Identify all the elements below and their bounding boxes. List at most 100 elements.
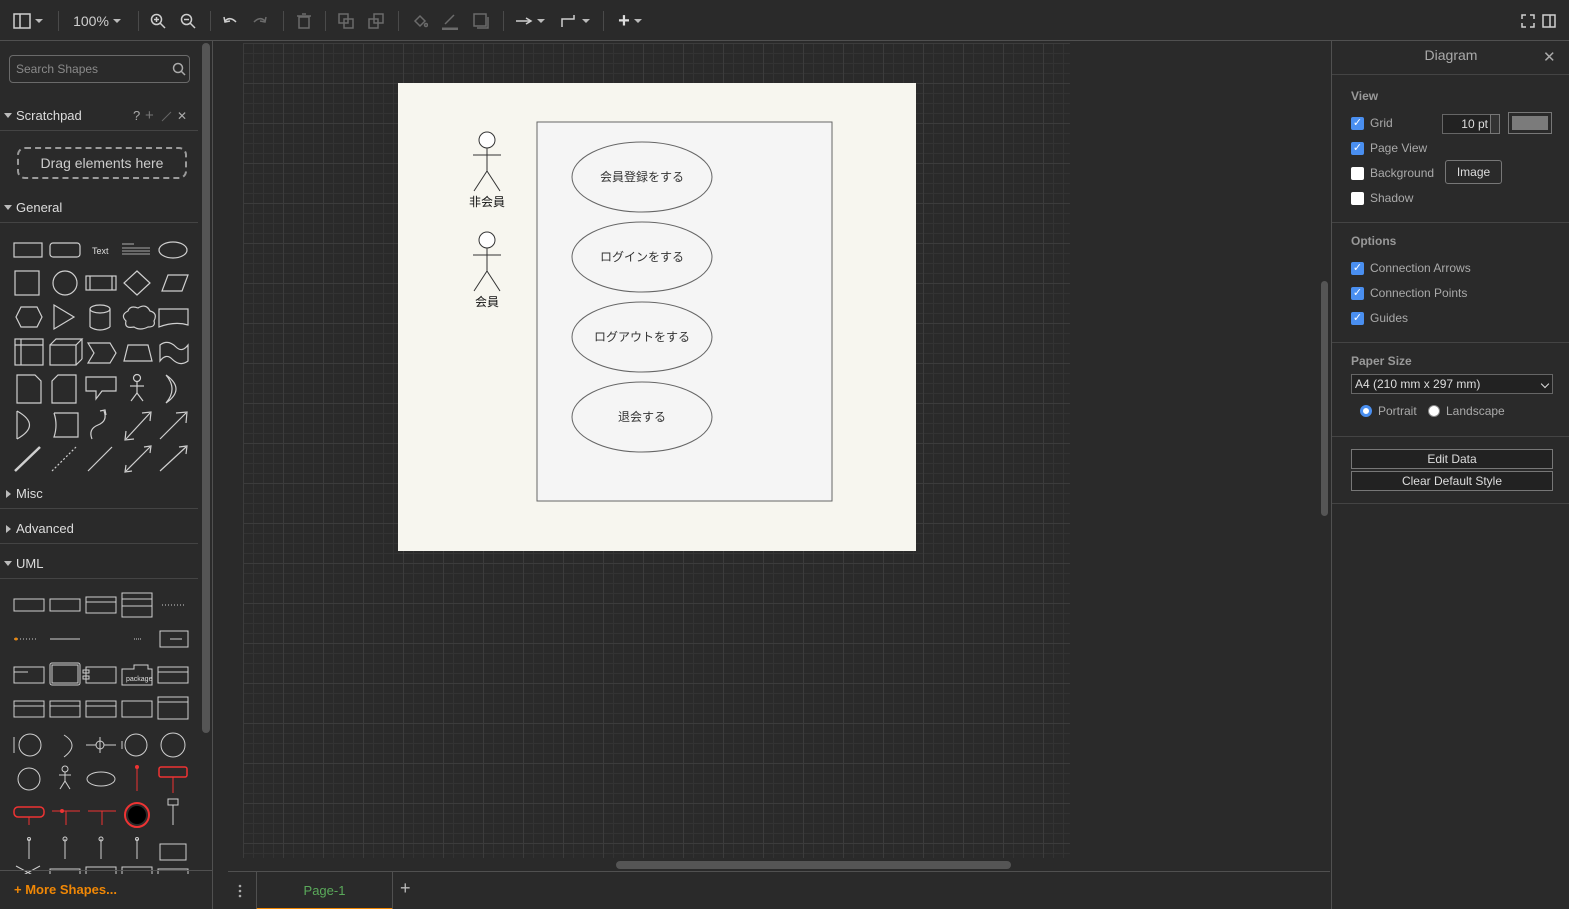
help-icon[interactable]: ? [133, 108, 140, 123]
redo-button[interactable] [250, 8, 270, 34]
format-panel: Diagram ✕ View Grid 10 pt Page View Back… [1331, 41, 1569, 909]
guides-label: Guides [1370, 311, 1409, 325]
zoom-in-button[interactable] [148, 8, 168, 34]
paper-size-select[interactable]: A4 (210 mm x 297 mm) [1351, 374, 1553, 394]
connection-points-row[interactable]: Connection Points [1351, 286, 1467, 300]
background-checkbox-row[interactable]: Background [1351, 166, 1434, 180]
sidebar-scrollbar[interactable] [202, 43, 210, 733]
directional-connector-icon [159, 445, 188, 472]
elbow-connector-icon [561, 15, 575, 27]
zoom-dropdown[interactable]: 100% [66, 8, 128, 34]
insert-dropdown[interactable]: + [612, 8, 648, 34]
background-checkbox[interactable] [1351, 166, 1364, 180]
chevron-down-icon [4, 561, 12, 566]
page-view-checkbox[interactable] [1351, 141, 1364, 155]
connection-arrows-checkbox[interactable] [1351, 261, 1364, 275]
add-icon[interactable]: + [145, 107, 154, 124]
general-section-header[interactable]: General [0, 193, 198, 223]
add-page-button[interactable]: + [400, 878, 411, 899]
connection-points-checkbox[interactable] [1351, 286, 1364, 300]
actor-label-member: 会員 [475, 295, 499, 309]
background-image-button[interactable]: Image [1445, 160, 1502, 184]
trapezoid-shape-icon [123, 344, 153, 362]
dashed-line-icon [51, 446, 77, 472]
to-front-button[interactable] [336, 8, 356, 34]
diagram-page[interactable]: 非会員 会員 会員登録をする ログインをする ログアウトをする 退会する [398, 83, 916, 551]
shadow-button[interactable] [470, 8, 492, 34]
more-shapes-label: More Shapes... [25, 882, 117, 897]
table-shape-icon [14, 338, 44, 366]
use-case-label: 退会する [618, 410, 666, 424]
guides-row[interactable]: Guides [1351, 311, 1408, 325]
use-case-login: ログインをする [571, 221, 713, 293]
data-storage-shape-icon [53, 412, 79, 438]
connection-arrows-row[interactable]: Connection Arrows [1351, 261, 1471, 275]
format-panel-button[interactable] [1540, 8, 1558, 34]
shadow-checkbox-row[interactable]: Shadow [1351, 191, 1413, 205]
general-shapes-palette[interactable]: Text [10, 233, 195, 473]
zoom-out-button[interactable] [178, 8, 198, 34]
search-box[interactable] [9, 55, 190, 83]
more-shapes-button[interactable]: + More Shapes... [14, 882, 117, 897]
edit-pencil-icon[interactable] [161, 111, 172, 122]
portrait-radio[interactable] [1360, 405, 1372, 417]
format-panel-toggle[interactable] [10, 8, 46, 34]
edit-data-button[interactable]: Edit Data [1351, 449, 1553, 469]
waypoint-style-dropdown[interactable] [557, 8, 593, 34]
connection-style-dropdown[interactable] [512, 8, 548, 34]
fill-color-button[interactable] [409, 8, 431, 34]
connection-points-label: Connection Points [1370, 286, 1468, 300]
rounded-rectangle-shape-icon [49, 242, 81, 258]
paper-size-value: A4 (210 mm x 297 mm) [1355, 377, 1481, 391]
landscape-radio-row[interactable]: Landscape [1428, 404, 1505, 418]
portrait-radio-row[interactable]: Portrait [1360, 404, 1417, 418]
zoom-in-icon [150, 13, 166, 29]
undo-button[interactable] [220, 8, 240, 34]
horizontal-scrollbar[interactable] [616, 861, 1011, 869]
page-tabs-bar: Page-1 + [228, 871, 1330, 909]
bidirectional-arrow-icon [124, 411, 152, 441]
diagram-canvas[interactable]: 非会員 会員 会員登録をする ログインをする ログアウトをする 退会する [214, 41, 1330, 871]
options-heading: Options [1351, 234, 1397, 248]
diamond-shape-icon [123, 270, 151, 296]
clear-default-style-button[interactable]: Clear Default Style [1351, 471, 1553, 491]
close-icon[interactable]: ✕ [177, 109, 187, 123]
grid-color-picker[interactable] [1508, 112, 1552, 134]
shadow-checkbox[interactable] [1351, 191, 1364, 205]
page-menu-icon[interactable] [238, 884, 242, 898]
grid-checkbox-row[interactable]: Grid [1351, 116, 1393, 130]
close-icon[interactable]: ✕ [1543, 48, 1556, 66]
advanced-section-header[interactable]: Advanced [0, 514, 198, 544]
vertical-scrollbar[interactable] [1321, 281, 1328, 516]
chevron-down-icon [4, 113, 12, 118]
page-view-checkbox-row[interactable]: Page View [1351, 141, 1427, 155]
landscape-radio[interactable] [1428, 405, 1440, 417]
delete-button[interactable] [294, 8, 314, 34]
scratchpad-header[interactable]: Scratchpad ? + ✕ [0, 101, 198, 131]
grid-checkbox[interactable] [1351, 116, 1364, 130]
uml-shapes-palette[interactable]: package [10, 589, 195, 874]
tab-page-1[interactable]: Page-1 [256, 872, 393, 909]
paper-size-heading: Paper Size [1351, 354, 1412, 368]
circle-shape-icon [52, 270, 78, 296]
search-input[interactable] [16, 61, 166, 77]
use-case-diagram[interactable]: 非会員 会員 会員登録をする ログインをする ログアウトをする 退会する [398, 83, 916, 551]
uml-interface-shapes-row4 [13, 696, 189, 720]
curve-shape-icon [90, 410, 106, 440]
guides-checkbox[interactable] [1351, 311, 1364, 325]
misc-section-header[interactable]: Misc [0, 479, 198, 509]
grid-size-spinner[interactable] [1490, 114, 1500, 134]
grid-size-input[interactable]: 10 pt [1442, 114, 1492, 134]
chevron-right-icon [6, 524, 11, 533]
page-view-label: Page View [1370, 141, 1428, 155]
cylinder-shape-icon [89, 304, 111, 331]
to-back-button[interactable] [366, 8, 386, 34]
card-shape-icon [51, 374, 77, 404]
callout-shape-icon [85, 376, 117, 401]
line-color-button[interactable] [439, 8, 461, 34]
plus-icon: + [618, 9, 630, 32]
fullscreen-button[interactable] [1518, 8, 1538, 34]
uml-section-header[interactable]: UML [0, 549, 198, 579]
search-icon[interactable] [172, 62, 186, 76]
scratchpad-drop-zone[interactable]: Drag elements here [17, 147, 187, 179]
